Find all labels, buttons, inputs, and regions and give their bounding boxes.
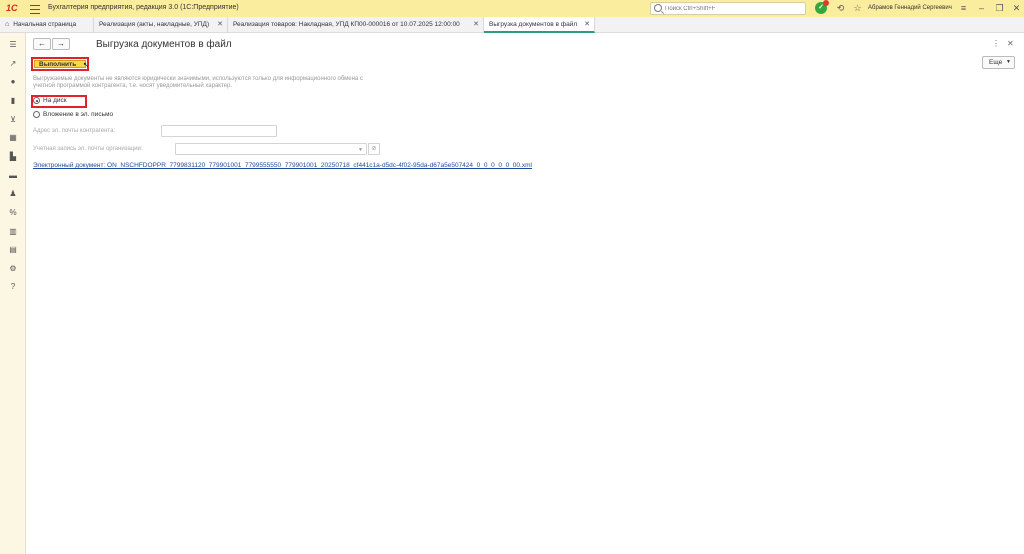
factory-icon[interactable]: ▙: [7, 151, 19, 163]
book-icon[interactable]: ▤: [7, 244, 19, 256]
percent-icon[interactable]: %: [7, 207, 19, 219]
chevron-down-icon: ▼: [1006, 59, 1011, 65]
more-actions-icon[interactable]: ⋮: [992, 39, 1000, 48]
email-account-field[interactable]: ▼: [175, 143, 367, 155]
cart-icon[interactable]: ⊻: [7, 114, 19, 126]
info-note: Выгружаемые документы не являются юридич…: [33, 76, 363, 89]
search-icon: [654, 4, 662, 12]
back-button[interactable]: ←: [33, 38, 51, 50]
app-title: Бухгалтерия предприятия, редакция 3.0 (1…: [48, 4, 239, 11]
more-button[interactable]: Еще ▼: [982, 56, 1015, 69]
radio-button-selected[interactable]: [33, 97, 40, 104]
email-address-field[interactable]: [161, 125, 277, 137]
email-account-label: Учетная запись эл. почты организации:: [33, 146, 143, 152]
menu-list-icon[interactable]: ☰: [7, 39, 19, 51]
radio-email-attachment[interactable]: Вложение в эл. письмо: [33, 111, 113, 118]
tab-export-documents[interactable]: Выгрузка документов в файл ✕: [484, 17, 595, 33]
close-window-icon[interactable]: ✕: [1010, 2, 1023, 15]
close-tab-icon[interactable]: ✕: [473, 17, 479, 33]
coin-icon[interactable]: ●: [7, 76, 19, 88]
title-bar: 1С Бухгалтерия предприятия, редакция 3.0…: [0, 0, 1024, 17]
truck-icon[interactable]: ▬: [7, 170, 19, 182]
open-link-icon[interactable]: ⊘: [368, 143, 380, 155]
form-area: ← → Выгрузка документов в файл ⋮ ✕ Выпол…: [27, 33, 1024, 554]
chevron-down-icon[interactable]: ▼: [358, 147, 363, 153]
restore-icon[interactable]: ❐: [993, 2, 1006, 15]
current-user[interactable]: Абрамов Геннадий Сергеевич: [868, 5, 952, 11]
settings-menu-icon[interactable]: ≡: [957, 2, 970, 15]
gear-icon[interactable]: ⚙: [7, 263, 19, 275]
person-icon[interactable]: ♟: [7, 188, 19, 200]
history-icon[interactable]: ⟲: [834, 2, 847, 15]
close-tab-icon[interactable]: ✕: [584, 17, 590, 31]
section-sidebar: ☰ ↗ ● ▮ ⊻ ▦ ▙ ▬ ♟ % ▥ ▤ ⚙ ?: [0, 33, 26, 554]
tab-sales-document[interactable]: Реализация товаров: Накладная, УПД КП00-…: [228, 17, 484, 33]
minimize-icon[interactable]: –: [975, 2, 988, 15]
help-icon[interactable]: ?: [7, 281, 19, 293]
notification-badge: [823, 0, 829, 6]
global-search[interactable]: [650, 2, 806, 15]
app-logo: 1С: [6, 3, 18, 13]
radio-disk[interactable]: На диск: [33, 97, 67, 104]
execute-highlight: Выполнить ↖: [31, 57, 89, 71]
main-menu-icon[interactable]: [30, 2, 40, 14]
close-form-icon[interactable]: ✕: [1007, 39, 1014, 48]
reports-chart-icon[interactable]: ▥: [7, 226, 19, 238]
tab-home[interactable]: ⌂ Начальная страница: [0, 17, 94, 33]
open-windows-tabs: ⌂ Начальная страница Реализация (акты, на…: [0, 17, 1024, 33]
mouse-cursor-icon: ↖: [83, 62, 89, 69]
page-title: Выгрузка документов в файл: [96, 39, 232, 50]
email-address-label: Адрес эл. почты контрагента:: [33, 128, 116, 134]
favorites-star-icon[interactable]: ☆: [851, 2, 864, 15]
close-tab-icon[interactable]: ✕: [217, 17, 223, 33]
radio-button[interactable]: [33, 111, 40, 118]
bag-icon[interactable]: ▮: [7, 95, 19, 107]
search-input[interactable]: [665, 4, 803, 14]
home-icon: ⌂: [5, 21, 10, 28]
trend-icon[interactable]: ↗: [7, 58, 19, 70]
forward-button[interactable]: →: [52, 38, 70, 50]
execute-button[interactable]: Выполнить: [34, 60, 86, 68]
electronic-document-link[interactable]: Электронный документ: ON_NSCHFDOPPR_7799…: [33, 162, 532, 169]
tab-sales-list[interactable]: Реализация (акты, накладные, УПД) ✕: [94, 17, 228, 33]
warehouse-icon[interactable]: ▦: [7, 132, 19, 144]
